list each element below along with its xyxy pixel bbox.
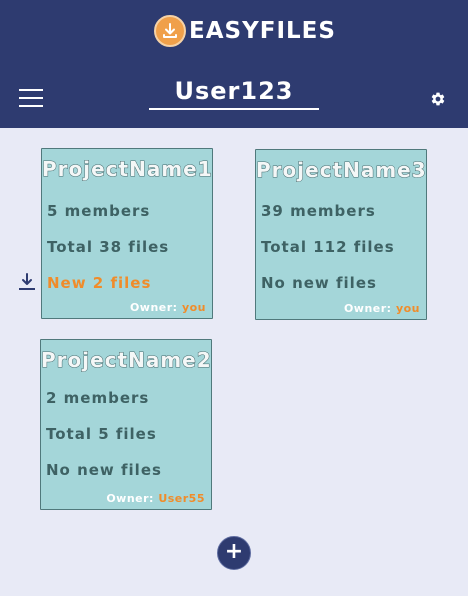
username-title[interactable]: User123 bbox=[149, 74, 319, 110]
project-members: 2 members bbox=[46, 389, 150, 407]
owner-label: Owner: bbox=[129, 301, 178, 314]
owner-name: you bbox=[395, 302, 420, 315]
project-total-files: Total 38 files bbox=[47, 238, 170, 256]
project-title: ProjectName2 bbox=[41, 348, 212, 373]
project-owner: Owner: you bbox=[344, 302, 420, 315]
add-project-button[interactable]: + bbox=[217, 536, 251, 570]
download-logo-icon bbox=[154, 15, 186, 47]
project-members: 5 members bbox=[47, 202, 151, 220]
gear-icon[interactable] bbox=[430, 91, 446, 107]
project-total-files: Total 112 files bbox=[261, 238, 395, 256]
project-card[interactable]: ProjectName1 5 members Total 38 files Ne… bbox=[41, 148, 213, 319]
owner-label: Owner: bbox=[106, 492, 154, 505]
project-card[interactable]: ProjectName3 39 members Total 112 files … bbox=[255, 149, 427, 320]
download-icon[interactable] bbox=[18, 273, 36, 291]
project-title: ProjectName1 bbox=[42, 157, 213, 182]
owner-name: you bbox=[181, 301, 206, 314]
owner-name: User55 bbox=[158, 492, 205, 505]
brand-name: EASYFILES bbox=[189, 18, 336, 44]
project-new-files: New 2 files bbox=[47, 274, 152, 292]
project-owner: Owner: User55 bbox=[106, 492, 205, 505]
project-owner: Owner: you bbox=[130, 301, 206, 314]
app-header: EASYFILES User123 bbox=[0, 0, 468, 128]
project-total-files: Total 5 files bbox=[46, 425, 157, 443]
project-title: ProjectName3 bbox=[256, 158, 427, 183]
owner-label: Owner: bbox=[343, 302, 392, 315]
project-new-files: No new files bbox=[46, 461, 162, 479]
project-card[interactable]: ProjectName2 2 members Total 5 files No … bbox=[40, 339, 212, 510]
app-logo: EASYFILES bbox=[154, 14, 336, 48]
project-members: 39 members bbox=[261, 202, 376, 220]
project-new-files: No new files bbox=[261, 274, 377, 292]
hamburger-menu-icon[interactable] bbox=[19, 89, 43, 107]
